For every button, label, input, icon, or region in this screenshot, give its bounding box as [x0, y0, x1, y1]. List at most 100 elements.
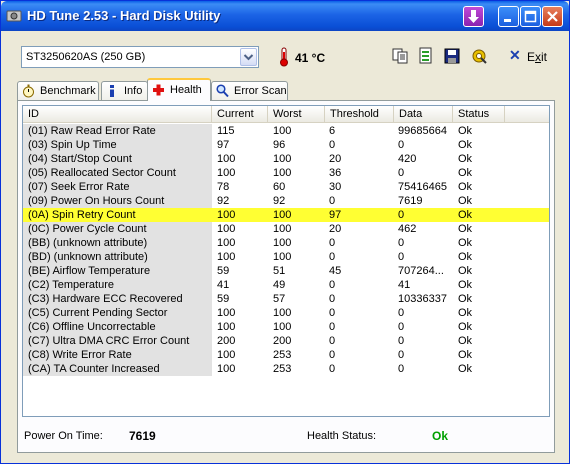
- dropdown-arrow-button[interactable]: [240, 48, 257, 66]
- tab-health[interactable]: Health: [147, 78, 211, 101]
- column-header-worst[interactable]: Worst: [268, 106, 325, 123]
- table-row[interactable]: (09) Power On Hours Count 92 92 0 7619 Ok: [23, 194, 549, 208]
- cell-current: 41: [217, 279, 230, 291]
- cell-current: 100: [217, 251, 236, 263]
- table-row[interactable]: (C6) Offline Uncorrectable 100 100 0 0 Ok: [23, 320, 549, 334]
- cell-data: 707264...: [398, 265, 444, 277]
- table-row[interactable]: (C5) Current Pending Sector 100 100 0 0 Ok: [23, 306, 549, 320]
- table-row[interactable]: (07) Seek Error Rate 78 60 30 75416465 Ok: [23, 180, 549, 194]
- table-row[interactable]: (03) Spin Up Time 97 96 0 0 Ok: [23, 138, 549, 152]
- temperature-readout: 41 °C: [295, 51, 326, 65]
- cell-threshold: 20: [329, 153, 342, 165]
- cell-status: Ok: [458, 237, 473, 249]
- cell-threshold: 0: [329, 363, 336, 375]
- table-row[interactable]: (C8) Write Error Rate 100 253 0 0 Ok: [23, 348, 549, 362]
- close-button[interactable]: [542, 6, 563, 27]
- cell-status: Ok: [458, 181, 473, 193]
- minimize-icon: [504, 19, 511, 22]
- cell-threshold: 0: [329, 139, 336, 151]
- table-row[interactable]: (CA) TA Counter Increased 100 253 0 0 Ok: [23, 362, 549, 376]
- maximize-button[interactable]: [520, 6, 541, 27]
- cell-status: Ok: [458, 167, 473, 179]
- down-arrow-icon: [468, 10, 479, 23]
- cell-worst: 49: [273, 279, 286, 291]
- info-icon: [110, 85, 114, 97]
- table-row[interactable]: (0C) Power Cycle Count 100 100 20 462 Ok: [23, 222, 549, 236]
- table-row[interactable]: (01) Raw Read Error Rate 115 100 6 99685664 O…: [23, 124, 549, 138]
- cell-data: 0: [398, 363, 405, 375]
- copy-icon[interactable]: [391, 47, 409, 65]
- column-header-status[interactable]: Status: [453, 106, 505, 123]
- cell-current: 100: [217, 153, 236, 165]
- cell-worst: 100: [273, 167, 292, 179]
- cell-data: 0: [398, 237, 405, 249]
- copy-all-icon[interactable]: [417, 47, 435, 65]
- cell-id: (05) Reallocated Sector Count: [23, 166, 212, 180]
- cell-data: 7619: [398, 195, 423, 207]
- table-row[interactable]: (05) Reallocated Sector Count 100 100 36 0 Ok: [23, 166, 549, 180]
- cell-id: (07) Seek Error Rate: [23, 180, 212, 194]
- column-header-threshold[interactable]: Threshold: [325, 106, 394, 123]
- cell-status: Ok: [458, 223, 473, 235]
- cell-id: (BD) (unknown attribute): [23, 250, 212, 264]
- tab-info[interactable]: Info: [101, 81, 148, 100]
- cell-status: Ok: [458, 265, 473, 277]
- cell-id: (01) Raw Read Error Rate: [23, 124, 212, 138]
- app-window: HD Tune 2.53 - Hard Disk Utility ST32506…: [0, 0, 570, 464]
- drive-select[interactable]: ST3250620AS (250 GB): [21, 46, 259, 68]
- smart-attributes-table[interactable]: ID Current Worst Threshold Data Status (…: [22, 105, 550, 417]
- cell-worst: 100: [273, 251, 292, 263]
- save-icon[interactable]: [443, 47, 461, 65]
- cell-threshold: 97: [329, 209, 342, 221]
- cell-worst: 60: [273, 181, 286, 193]
- column-header-current[interactable]: Current: [212, 106, 268, 123]
- cell-id: (C6) Offline Uncorrectable: [23, 320, 212, 334]
- tab-label: Info: [124, 85, 143, 97]
- column-header-id[interactable]: ID: [23, 106, 212, 123]
- app-hdd-icon: [6, 10, 22, 22]
- tab-benchmark[interactable]: Benchmark: [17, 81, 99, 100]
- cell-id: (0A) Spin Retry Count: [28, 209, 136, 221]
- table-row[interactable]: (BB) (unknown attribute) 100 100 0 0 Ok: [23, 236, 549, 250]
- download-update-button[interactable]: [463, 6, 484, 27]
- cell-data: 0: [398, 167, 405, 179]
- cell-threshold: 0: [329, 279, 336, 291]
- chevron-down-icon: [243, 54, 254, 61]
- options-icon[interactable]: [470, 47, 488, 65]
- table-row[interactable]: (C7) Ultra DMA CRC Error Count 200 200 0 0 Ok: [23, 334, 549, 348]
- cell-threshold: 0: [329, 195, 336, 207]
- cell-current: 115: [217, 125, 235, 137]
- exit-label: Exit: [527, 50, 548, 64]
- cell-status: Ok: [458, 125, 473, 137]
- cell-worst: 100: [273, 237, 292, 249]
- cell-data: 0: [398, 251, 405, 263]
- exit-button[interactable]: ✕ Exit: [509, 47, 549, 66]
- cell-threshold: 0: [329, 349, 336, 361]
- cell-status: Ok: [458, 307, 473, 319]
- cell-worst: 200: [273, 335, 292, 347]
- cell-id: (CA) TA Counter Increased: [23, 362, 212, 376]
- cell-data: 99685664: [398, 125, 447, 137]
- cell-status: Ok: [458, 321, 473, 333]
- table-row[interactable]: (04) Start/Stop Count 100 100 20 420 Ok: [23, 152, 549, 166]
- title-bar[interactable]: HD Tune 2.53 - Hard Disk Utility: [1, 1, 569, 31]
- cell-id: (BE) Airflow Temperature: [23, 264, 212, 278]
- cell-current: 100: [217, 209, 236, 221]
- health-status-value: Ok: [432, 429, 449, 443]
- tab-label: Error Scan: [234, 85, 287, 97]
- cell-threshold: 0: [329, 307, 336, 319]
- table-row[interactable]: (BD) (unknown attribute) 100 100 0 0 Ok: [23, 250, 549, 264]
- minimize-button[interactable]: [498, 6, 519, 27]
- magnifier-icon: [216, 84, 229, 98]
- table-row[interactable]: (C2) Temperature 41 49 0 41 Ok: [23, 278, 549, 292]
- cell-worst: 100: [273, 321, 292, 333]
- cell-id: (C2) Temperature: [23, 278, 212, 292]
- cell-current: 100: [217, 307, 236, 319]
- table-row[interactable]: (BE) Airflow Temperature 59 51 45 707264... O…: [23, 264, 549, 278]
- table-row[interactable]: (0A) Spin Retry Count 100 100 97 0 Ok: [23, 208, 549, 222]
- column-header-data[interactable]: Data: [394, 106, 453, 123]
- tab-error-scan[interactable]: Error Scan: [211, 81, 288, 100]
- cell-worst: 57: [273, 293, 286, 305]
- cell-id: (C5) Current Pending Sector: [23, 306, 212, 320]
- table-row[interactable]: (C3) Hardware ECC Recovered 59 57 0 10336337…: [23, 292, 549, 306]
